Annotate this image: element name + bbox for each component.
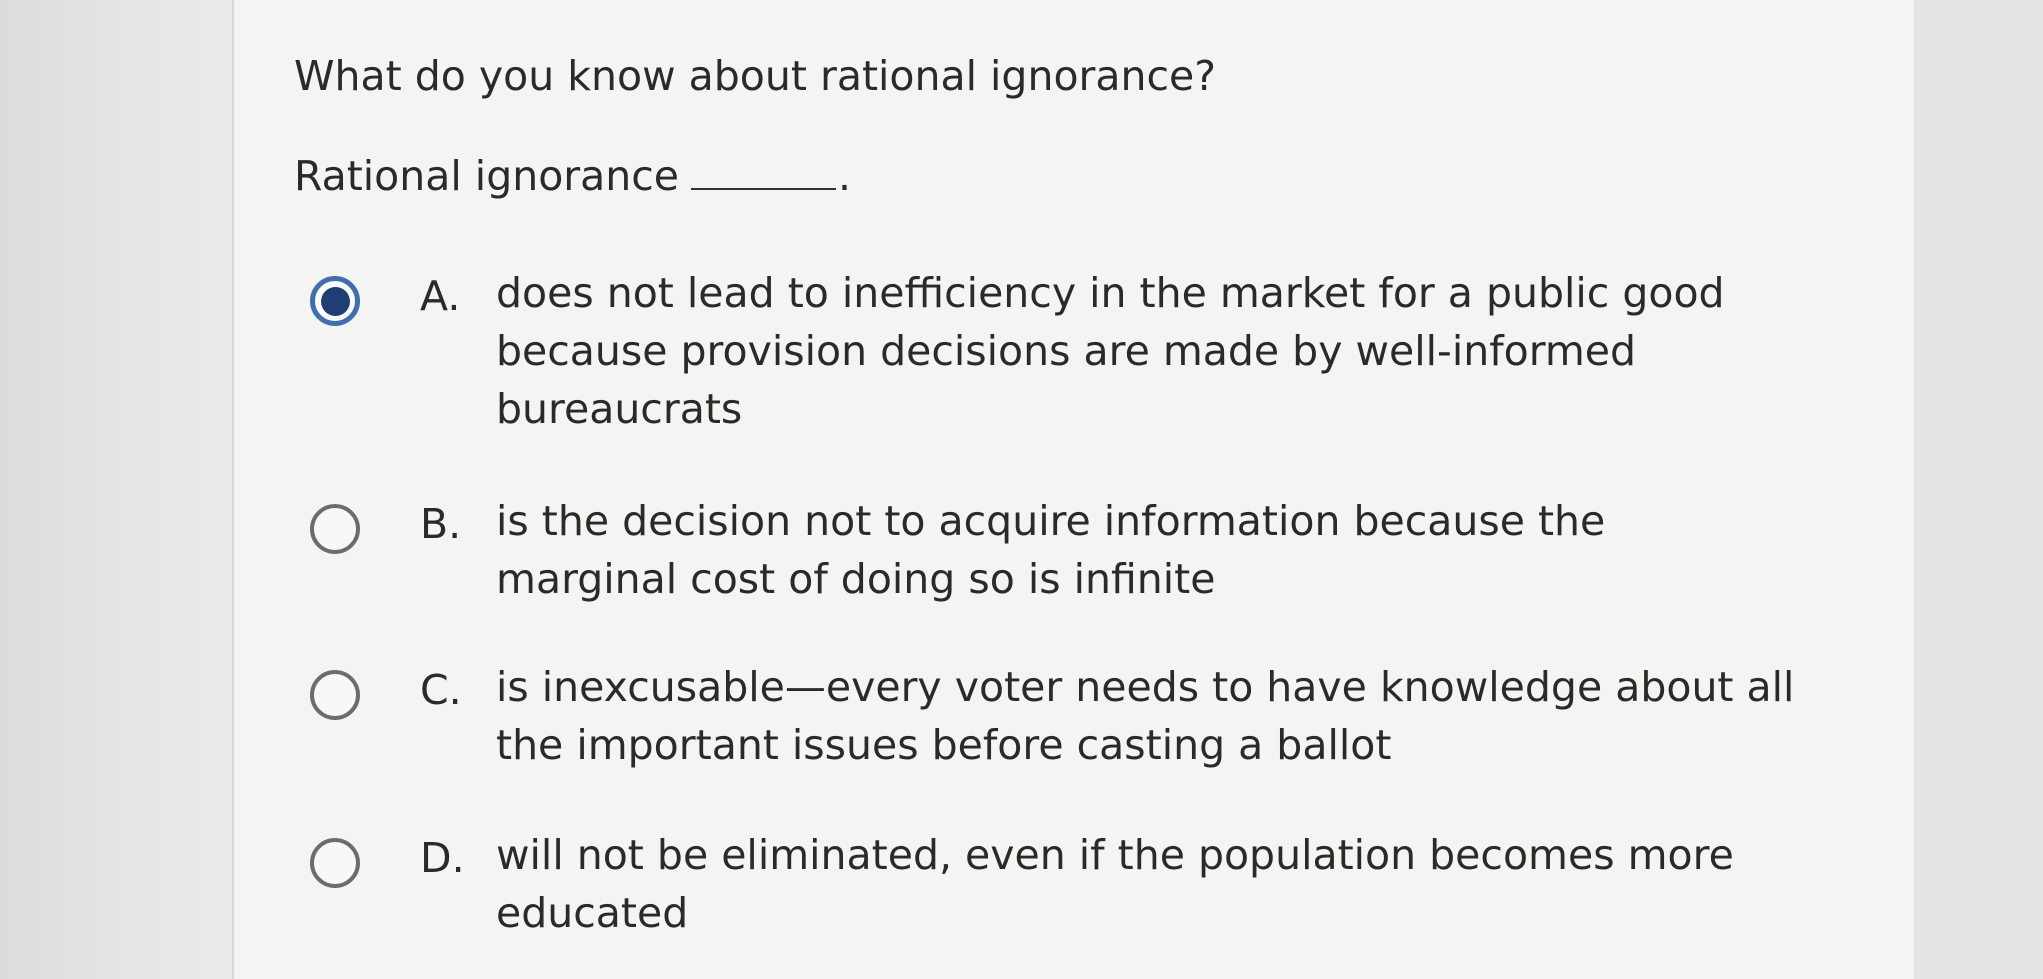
- option-letter: B.: [420, 500, 462, 548]
- fill-in-blank: [691, 187, 837, 190]
- option-text: is the decision not to acquire informati…: [496, 497, 1606, 603]
- option-text: does not lead to inefficiency in the mar…: [496, 269, 1725, 433]
- left-margin: [0, 0, 232, 979]
- radio-b[interactable]: [310, 504, 360, 554]
- option-text: will not be eliminated, even if the popu…: [496, 831, 1734, 937]
- option-letter: D.: [420, 834, 465, 882]
- radio-d[interactable]: [310, 838, 360, 888]
- radio-c[interactable]: [310, 670, 360, 720]
- option-text: is inexcusable—every voter needs to have…: [496, 663, 1795, 769]
- question-stem: Rational ignorance.: [294, 152, 851, 200]
- radio-a-selected[interactable]: [310, 276, 360, 326]
- option-letter: C.: [420, 666, 462, 714]
- question-prompt: What do you know about rational ignoranc…: [294, 52, 1217, 100]
- stem-text: Rational ignorance: [294, 152, 680, 200]
- right-margin: [1914, 0, 2043, 979]
- option-letter: A.: [420, 272, 461, 320]
- stem-period: .: [838, 152, 852, 200]
